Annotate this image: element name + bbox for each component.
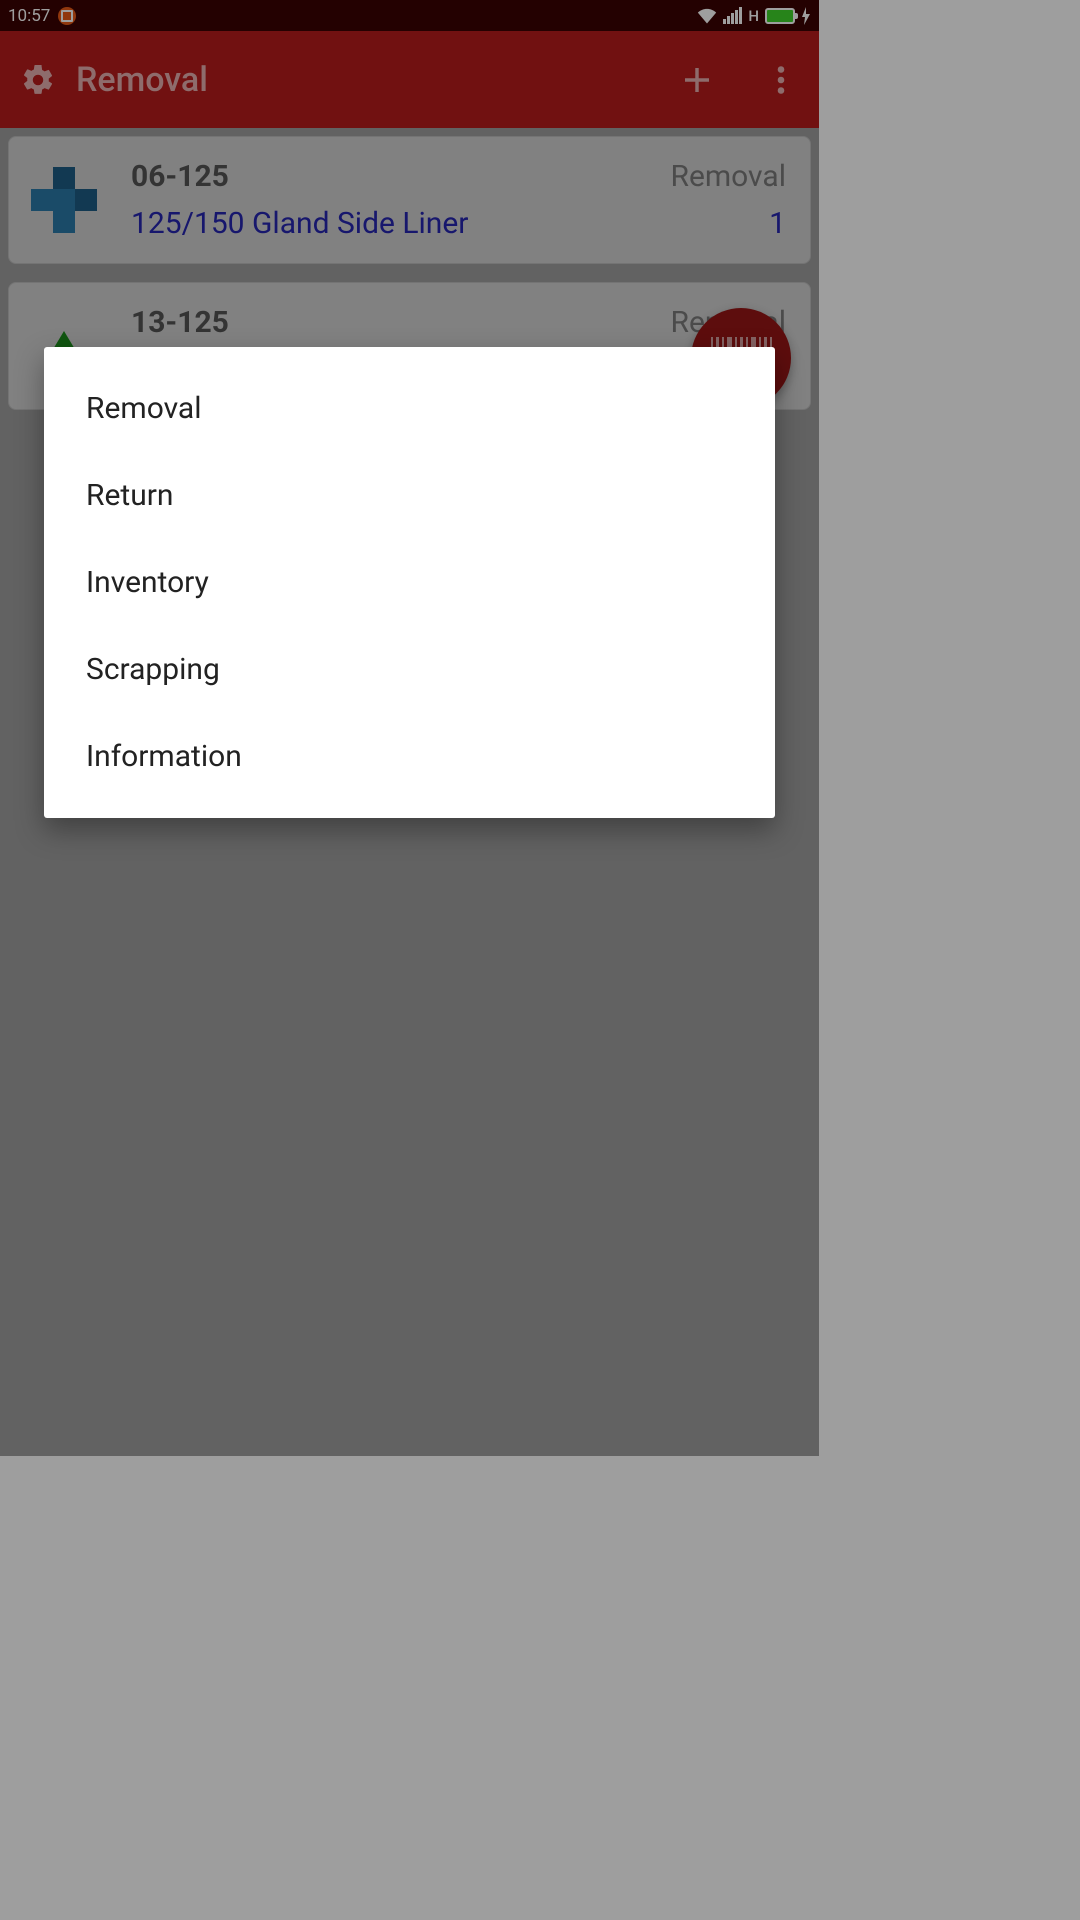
dialog-option-inventory[interactable]: Inventory	[44, 539, 775, 626]
dialog-option-return[interactable]: Return	[44, 452, 775, 539]
dialog-option-removal[interactable]: Removal	[44, 365, 775, 452]
dialog-option-information[interactable]: Information	[44, 713, 775, 800]
action-dialog: Removal Return Inventory Scrapping Infor…	[44, 347, 775, 818]
dialog-option-scrapping[interactable]: Scrapping	[44, 626, 775, 713]
